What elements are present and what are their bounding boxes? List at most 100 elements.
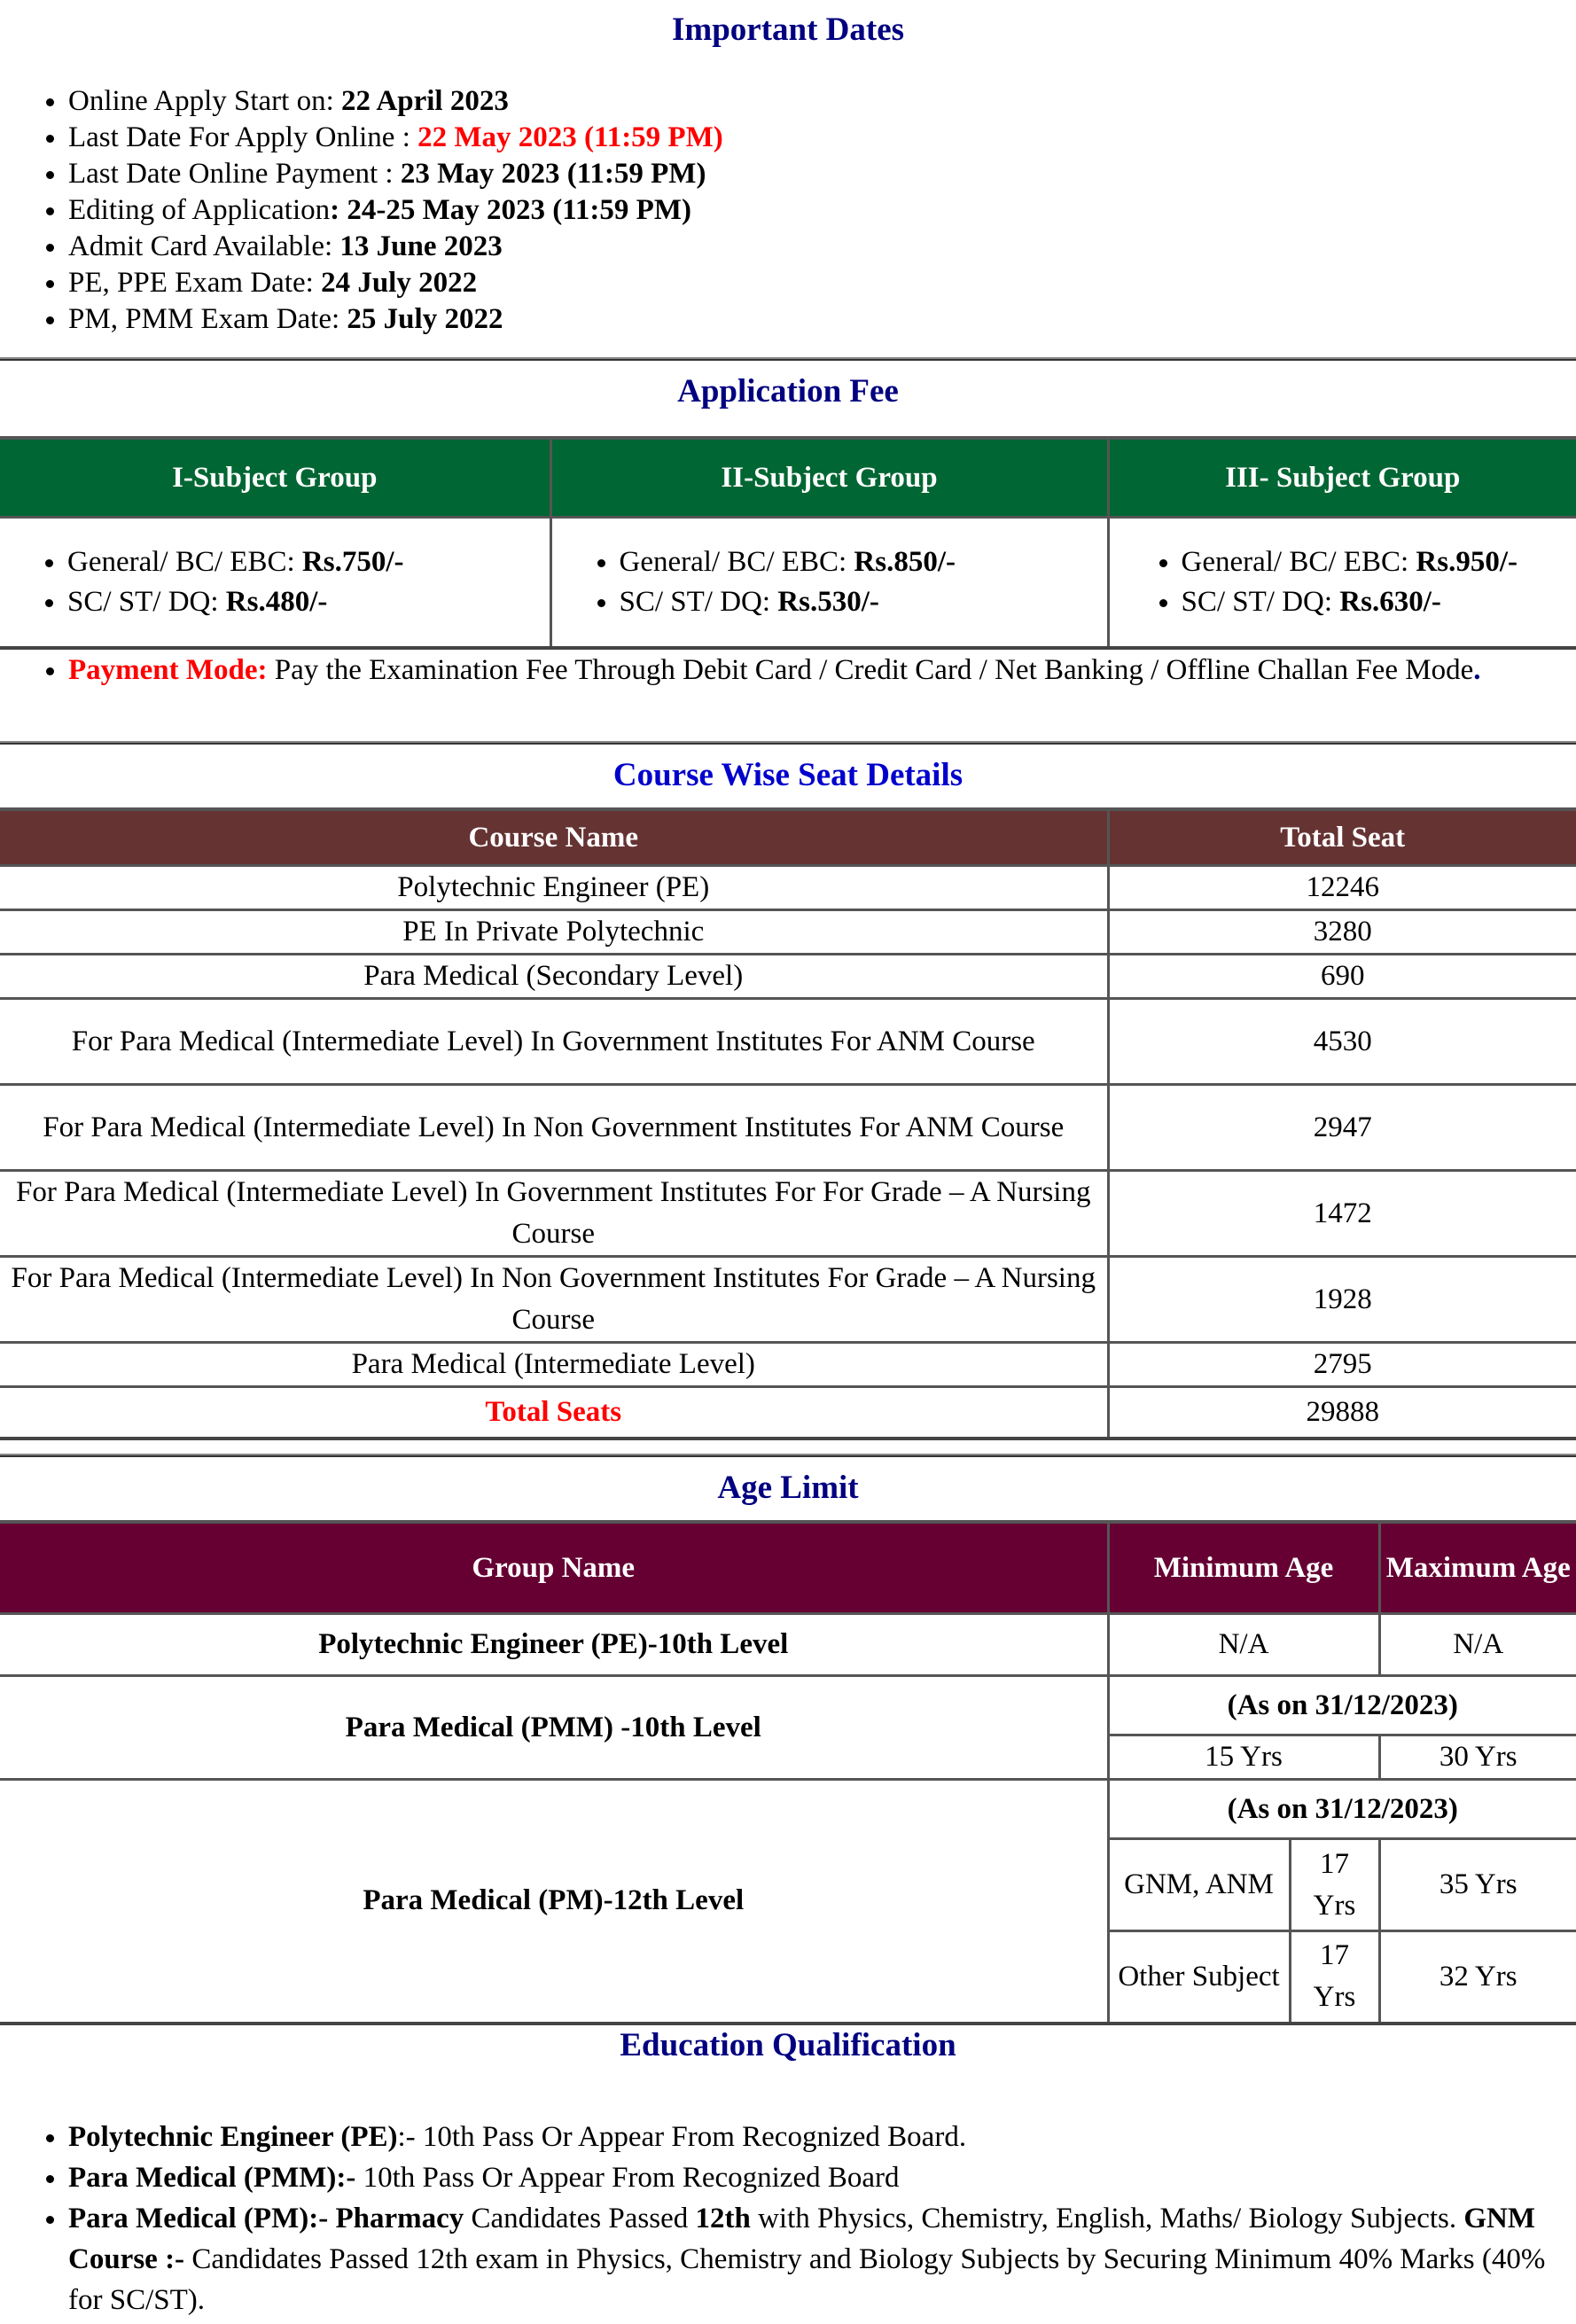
table-row: Polytechnic Engineer (PE)-10th Level N/A… [0, 1612, 1576, 1677]
as-on-date: (As on 31/12/2023) [1106, 1674, 1576, 1736]
column-header: Group Name [0, 1520, 1110, 1615]
column-header: I-Subject Group [0, 436, 552, 519]
column-header: Course Name [0, 807, 1110, 867]
fee-item: General/ BC/ EBC: Rs.750/- [67, 542, 544, 582]
table-row: Polytechnic Engineer (PE) 12246 [0, 864, 1576, 911]
date-item-pm-exam: PM, PMM Exam Date: 25 July 2022 [68, 301, 1576, 338]
course-seats-title: Course Wise Seat Details [612, 757, 964, 793]
age-limit-table: Group Name Minimum Age Maximum Age Polyt… [0, 1520, 1576, 2025]
course-name: For Para Medical (Intermediate Level) In… [0, 1255, 1110, 1344]
course-name: Polytechnic Engineer (PE) [0, 864, 1110, 911]
date-item-apply-start: Online Apply Start on: 22 April 2023 [68, 83, 1576, 120]
date-value: 22 April 2023 [341, 85, 509, 117]
age-limit-section: Age Limit Group Name Minimum Age Maximum… [0, 1469, 1576, 2025]
seat-count: 12246 [1106, 864, 1576, 911]
date-item-admit-card: Admit Card Available: 13 June 2023 [68, 229, 1576, 265]
application-fee-title: Application Fee [677, 373, 899, 409]
seat-count: 2947 [1106, 1083, 1576, 1172]
education-section: Education Qualification Polytechnic Engi… [0, 2026, 1576, 2320]
date-item-pe-exam: PE, PPE Exam Date: 24 July 2022 [68, 265, 1576, 301]
column-header: III- Subject Group [1106, 436, 1576, 519]
fee-cell-group-3: General/ BC/ EBC: Rs.950/- SC/ ST/ DQ: R… [1106, 516, 1576, 650]
course-seats-section: Course Wise Seat Details Course Name Tot… [0, 756, 1576, 1440]
age-limit-title: Age Limit [717, 1470, 859, 1506]
table-row: General/ BC/ EBC: Rs.750/- SC/ ST/ DQ: R… [0, 516, 1576, 650]
date-value: 24 July 2022 [321, 267, 478, 299]
application-fee-section: Application Fee I-Subject Group II-Subje… [0, 372, 1576, 689]
payment-mode-item: Payment Mode: Pay the Examination Fee Th… [68, 652, 1576, 689]
min-age: N/A [1106, 1612, 1381, 1677]
as-on-date: (As on 31/12/2023) [1106, 1778, 1576, 1840]
fee-item: SC/ ST/ DQ: Rs.530/- [620, 582, 1102, 622]
group-name: Para Medical (PMM) -10th Level [0, 1674, 1110, 1781]
total-seats-label: Total Seats [0, 1385, 1110, 1439]
fee-cell-group-1: General/ BC/ EBC: Rs.750/- SC/ ST/ DQ: R… [0, 516, 552, 650]
column-header: II-Subject Group [549, 436, 1110, 519]
date-value: : 24-25 May 2023 (11:59 PM) [330, 194, 691, 226]
fee-item: General/ BC/ EBC: Rs.950/- [1182, 542, 1572, 582]
important-dates-title: Important Dates [671, 12, 905, 48]
group-name: Polytechnic Engineer (PE)-10th Level [0, 1612, 1110, 1677]
group-name: Para Medical (PM)-12th Level [0, 1778, 1110, 2024]
course-name: PE In Private Polytechnic [0, 909, 1110, 955]
seat-count: 1472 [1106, 1169, 1576, 1258]
course-name: For Para Medical (Intermediate Level) In… [0, 1169, 1110, 1258]
table-header-row: I-Subject Group II-Subject Group III- Su… [0, 436, 1576, 519]
application-fee-table: I-Subject Group II-Subject Group III- Su… [0, 436, 1576, 650]
max-age: 35 Yrs [1377, 1837, 1576, 1932]
table-row: Para Medical (Secondary Level) 690 [0, 953, 1576, 1000]
fee-item: SC/ ST/ DQ: Rs.480/- [67, 582, 544, 622]
column-header: Minimum Age [1106, 1520, 1381, 1615]
divider [0, 741, 1576, 745]
table-row: Para Medical (PM)-12th Level (As on 31/1… [0, 1778, 1576, 2024]
table-header-row: Course Name Total Seat [0, 807, 1576, 867]
course-name: Para Medical (Intermediate Level) [0, 1341, 1110, 1388]
seat-count: 1928 [1106, 1255, 1576, 1344]
date-value: 25 July 2022 [347, 303, 503, 335]
course-name: For Para Medical (Intermediate Level) In… [0, 1083, 1110, 1172]
seat-count: 690 [1106, 953, 1576, 1000]
min-age: 15 Yrs [1108, 1734, 1381, 1781]
table-row: For Para Medical (Intermediate Level) In… [0, 1083, 1576, 1172]
date-value: 22 May 2023 (11:59 PM) [417, 121, 723, 153]
subject: Other Subject [1108, 1930, 1291, 2024]
seat-count: 3280 [1106, 909, 1576, 955]
course-name: Para Medical (Secondary Level) [0, 953, 1110, 1000]
divider [0, 1454, 1576, 1457]
course-seats-table: Course Name Total Seat Polytechnic Engin… [0, 807, 1576, 1440]
education-item-pm: Para Medical (PM):- Pharmacy Candidates … [68, 2198, 1576, 2320]
important-dates-list: Online Apply Start on: 22 April 2023 Las… [0, 83, 1576, 338]
seat-count: 4530 [1106, 997, 1576, 1086]
max-age: 32 Yrs [1377, 1930, 1576, 2024]
table-header-row: Group Name Minimum Age Maximum Age [0, 1520, 1576, 1615]
table-row: Para Medical (Intermediate Level) 2795 [0, 1341, 1576, 1388]
subject: GNM, ANM [1108, 1837, 1291, 1932]
total-row: Total Seats 29888 [0, 1385, 1576, 1439]
important-dates-section: Important Dates Online Apply Start on: 2… [0, 11, 1576, 338]
column-header: Maximum Age [1377, 1520, 1576, 1615]
table-row: For Para Medical (Intermediate Level) In… [0, 997, 1576, 1086]
seat-count: 2795 [1106, 1341, 1576, 1388]
max-age: N/A [1377, 1612, 1576, 1677]
date-value: 23 May 2023 (11:59 PM) [400, 158, 706, 190]
payment-mode-label: Payment Mode: [68, 654, 268, 686]
total-seats-value: 29888 [1106, 1385, 1576, 1439]
date-item-last-payment: Last Date Online Payment : 23 May 2023 (… [68, 156, 1576, 192]
education-item-pmm: Para Medical (PMM):- 10th Pass Or Appear… [68, 2157, 1576, 2198]
table-row: For Para Medical (Intermediate Level) In… [0, 1169, 1576, 1258]
date-value: 13 June 2023 [339, 230, 503, 262]
divider [0, 357, 1576, 361]
education-list: Polytechnic Engineer (PE):- 10th Pass Or… [0, 2117, 1576, 2320]
course-name: For Para Medical (Intermediate Level) In… [0, 997, 1110, 1086]
payment-mode-list: Payment Mode: Pay the Examination Fee Th… [0, 652, 1576, 689]
max-age: 30 Yrs [1377, 1734, 1576, 1781]
fee-cell-group-2: General/ BC/ EBC: Rs.850/- SC/ ST/ DQ: R… [549, 516, 1110, 650]
table-row: For Para Medical (Intermediate Level) In… [0, 1255, 1576, 1344]
table-row: Para Medical (PMM) -10th Level (As on 31… [0, 1674, 1576, 1781]
min-age: 17 Yrs [1288, 1930, 1381, 2024]
date-item-last-apply: Last Date For Apply Online : 22 May 2023… [68, 120, 1576, 156]
fee-item: SC/ ST/ DQ: Rs.630/- [1182, 582, 1572, 622]
table-row: PE In Private Polytechnic 3280 [0, 909, 1576, 955]
education-item-pe: Polytechnic Engineer (PE):- 10th Pass Or… [68, 2117, 1576, 2157]
fee-item: General/ BC/ EBC: Rs.850/- [620, 542, 1102, 582]
